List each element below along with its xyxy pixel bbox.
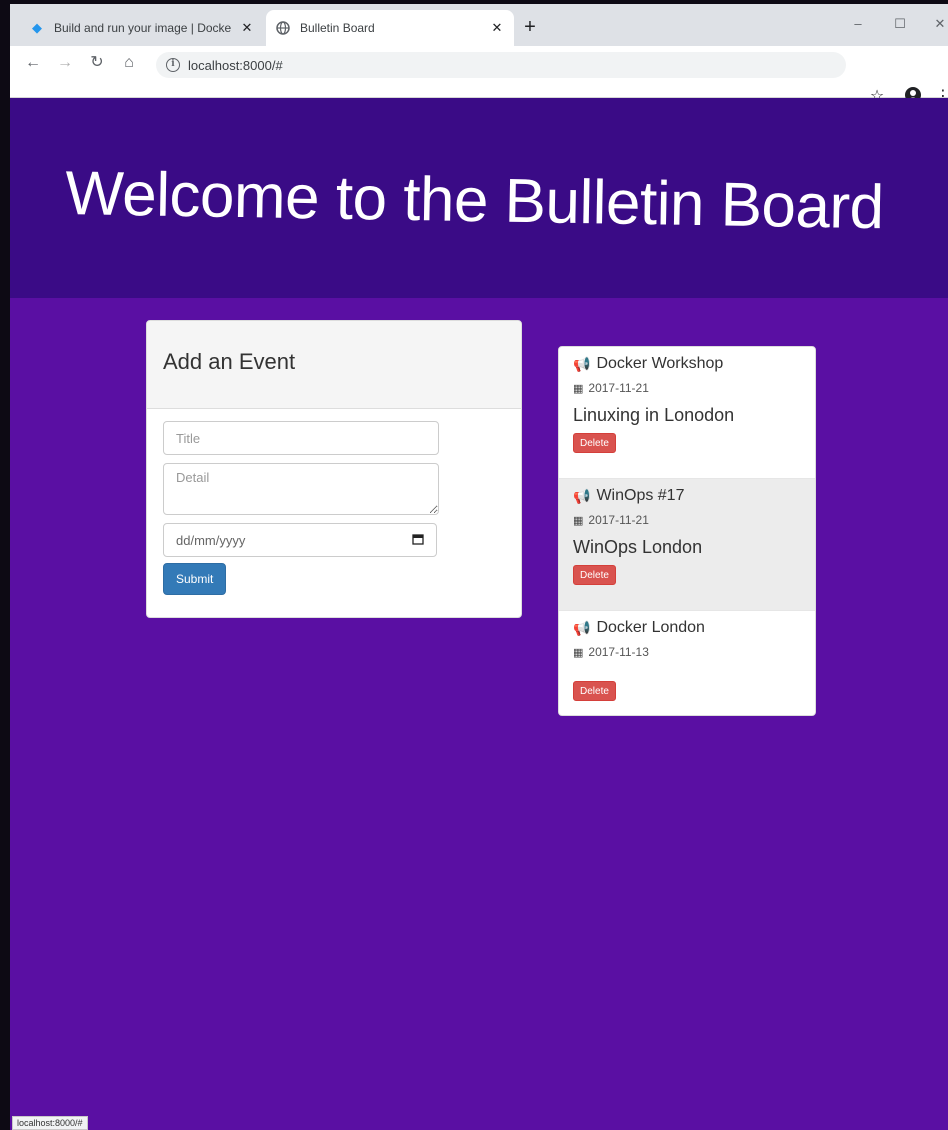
add-event-form: dd/mm/yyyy Submit (147, 409, 521, 607)
reload-icon[interactable]: ↻ (86, 52, 108, 74)
event-detail: Linuxing in Lonodon (573, 405, 735, 425)
page-content: Welcome to the Bulletin Board Add an Eve… (10, 98, 948, 1130)
events-list: 📢 Docker Workshop ▦ 2017-11-21 Linuxing … (558, 346, 816, 716)
maximize-icon[interactable]: ☐ (890, 16, 910, 32)
event-detail (573, 669, 801, 675)
event-title: Docker London (596, 619, 705, 636)
list-item: 📢 WinOps #17 ▦ 2017-11-21 WinOps London … (559, 479, 815, 611)
delete-button[interactable]: Delete (573, 565, 616, 585)
docker-icon: ◆ (32, 20, 42, 35)
delete-button[interactable]: Delete (573, 433, 616, 453)
list-item: 📢 Docker Workshop ▦ 2017-11-21 Linuxing … (559, 347, 815, 479)
delete-button[interactable]: Delete (573, 681, 616, 701)
add-event-heading: Add an Event (147, 321, 521, 409)
address-bar[interactable]: i localhost:8000/# (156, 52, 846, 78)
add-event-title: Add an Event (163, 349, 296, 374)
hand-cursor-icon: ☝ (586, 662, 596, 679)
window-close-icon[interactable]: ✕ (930, 16, 948, 32)
list-item: 📢 Docker London ▦ 2017-11-13 Delete (559, 611, 815, 715)
browser-window: ◆ Build and run your image | Docke ✕ Bul… (10, 4, 948, 1130)
browser-toolbar: ← → ↻ ⌂ i localhost:8000/# ☆ ⋮ (10, 46, 948, 105)
tab-title: Build and run your image | Docke (54, 21, 232, 35)
detail-input[interactable] (163, 463, 439, 515)
event-date: 2017-11-21 (588, 513, 649, 527)
tab-close-icon[interactable]: ✕ (240, 20, 254, 36)
calendar-picker-icon[interactable] (412, 533, 424, 548)
event-title: Docker Workshop (596, 355, 724, 372)
minimize-icon[interactable]: – (848, 16, 868, 31)
tab-strip: ◆ Build and run your image | Docke ✕ Bul… (10, 4, 948, 46)
status-url: localhost:8000/# (12, 1116, 88, 1130)
submit-button[interactable]: Submit (163, 563, 227, 595)
event-date: 2017-11-21 (588, 381, 649, 395)
calendar-icon: ▦ (573, 514, 584, 527)
add-event-panel: Add an Event dd/mm/yyyy Submit (146, 320, 522, 618)
jumbotron: Welcome to the Bulletin Board (10, 98, 948, 298)
calendar-icon: ▦ (573, 382, 584, 395)
tab-title: Bulletin Board (300, 21, 375, 35)
bullhorn-icon: 📢 (573, 487, 591, 504)
tab-close-icon[interactable]: ✕ (490, 20, 504, 36)
home-icon[interactable]: ⌂ (118, 52, 140, 74)
event-title: WinOps #17 (596, 487, 685, 504)
forward-icon[interactable]: → (54, 52, 76, 74)
date-placeholder: dd/mm/yyyy (176, 532, 246, 548)
bullhorn-icon: 📢 (573, 619, 591, 636)
bullhorn-icon: 📢 (573, 355, 591, 372)
globe-icon (276, 21, 290, 35)
event-detail: WinOps London (573, 537, 703, 557)
title-input[interactable] (163, 421, 439, 455)
calendar-icon: ▦ (573, 646, 584, 659)
tab-docker-docs[interactable]: ◆ Build and run your image | Docke ✕ (20, 10, 264, 46)
new-tab-button[interactable]: + (518, 16, 542, 40)
info-icon[interactable]: i (166, 58, 180, 72)
back-icon[interactable]: ← (22, 52, 44, 74)
tab-bulletin-board[interactable]: Bulletin Board ✕ (266, 10, 514, 46)
url-text: localhost:8000/# (188, 57, 283, 73)
event-date: 2017-11-13 (588, 645, 649, 659)
page-title: Welcome to the Bulletin Board (64, 158, 885, 243)
date-input[interactable]: dd/mm/yyyy (163, 523, 437, 557)
